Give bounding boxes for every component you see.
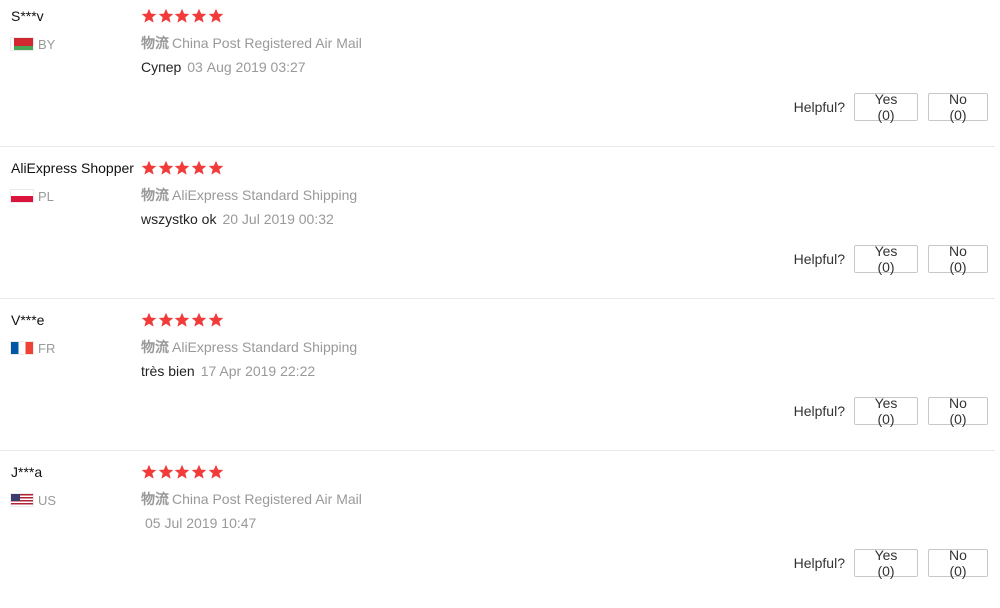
shipping-name: China Post Registered Air Mail bbox=[172, 491, 362, 507]
reviewer-country: BY bbox=[11, 36, 55, 52]
review-date: 05 Jul 2019 10:47 bbox=[145, 515, 257, 531]
country-flag-icon bbox=[11, 342, 33, 354]
shipping-method: 物流 AliExpress Standard Shipping bbox=[141, 337, 357, 357]
country-flag-icon bbox=[11, 190, 33, 202]
helpful-vote: Helpful? Yes (0) No (0) bbox=[793, 395, 988, 427]
star-icon bbox=[158, 464, 174, 480]
star-icon bbox=[158, 312, 174, 328]
review-divider bbox=[0, 146, 995, 147]
shipping-label: 物流 bbox=[141, 35, 169, 51]
helpful-vote: Helpful? Yes (0) No (0) bbox=[793, 243, 988, 275]
helpful-label: Helpful? bbox=[793, 99, 845, 115]
country-flag-icon bbox=[11, 38, 33, 50]
review-text: wszystko ok bbox=[141, 211, 217, 227]
review-item: S***v BY 物流 China Post Registered Air Mai… bbox=[0, 0, 995, 152]
review-content: très bien 17 Apr 2019 22:22 bbox=[141, 363, 315, 379]
review-text: Супер bbox=[141, 59, 182, 75]
review-divider bbox=[0, 298, 995, 299]
helpful-yes-button[interactable]: Yes (0) bbox=[854, 547, 918, 579]
shipping-name: AliExpress Standard Shipping bbox=[172, 339, 358, 355]
country-code: BY bbox=[38, 36, 56, 52]
reviewer-name: S***v bbox=[11, 8, 44, 24]
review-item: J***a US 物流 China Post Registered Air Mai… bbox=[0, 456, 995, 608]
review-date: 17 Apr 2019 22:22 bbox=[200, 363, 316, 379]
star-rating bbox=[141, 8, 224, 24]
star-icon bbox=[191, 8, 207, 24]
review-text: très bien bbox=[141, 363, 195, 379]
helpful-label: Helpful? bbox=[793, 403, 845, 419]
star-icon bbox=[158, 8, 174, 24]
star-icon bbox=[208, 8, 224, 24]
helpful-no-button[interactable]: No (0) bbox=[928, 395, 988, 427]
star-icon bbox=[141, 160, 157, 176]
star-rating bbox=[141, 464, 224, 480]
star-icon bbox=[174, 160, 190, 176]
review-date: 03 Aug 2019 03:27 bbox=[187, 59, 306, 75]
review-content: Супер 03 Aug 2019 03:27 bbox=[141, 59, 306, 75]
helpful-vote: Helpful? Yes (0) No (0) bbox=[793, 91, 988, 123]
reviewer-name: AliExpress Shopper bbox=[11, 160, 134, 176]
shipping-label: 物流 bbox=[141, 491, 169, 507]
helpful-no-button[interactable]: No (0) bbox=[928, 91, 988, 123]
star-icon bbox=[208, 312, 224, 328]
helpful-vote: Helpful? Yes (0) No (0) bbox=[793, 547, 988, 579]
shipping-label: 物流 bbox=[141, 339, 169, 355]
star-icon bbox=[174, 312, 190, 328]
reviewer-country: FR bbox=[11, 340, 55, 356]
helpful-no-button[interactable]: No (0) bbox=[928, 547, 988, 579]
star-icon bbox=[141, 312, 157, 328]
star-icon bbox=[208, 160, 224, 176]
star-icon bbox=[141, 8, 157, 24]
shipping-label: 物流 bbox=[141, 187, 169, 203]
country-code: US bbox=[38, 492, 57, 508]
review-content: wszystko ok 20 Jul 2019 00:32 bbox=[141, 211, 334, 227]
reviewer-country: US bbox=[11, 492, 56, 508]
star-rating bbox=[141, 160, 224, 176]
country-code: PL bbox=[38, 188, 54, 204]
review-item: V***e FR 物流 AliExpress Standard Shipping … bbox=[0, 304, 995, 456]
star-icon bbox=[174, 8, 190, 24]
helpful-yes-button[interactable]: Yes (0) bbox=[854, 91, 918, 123]
star-rating bbox=[141, 312, 224, 328]
star-icon bbox=[191, 312, 207, 328]
shipping-name: AliExpress Standard Shipping bbox=[172, 187, 358, 203]
review-divider bbox=[0, 450, 995, 451]
shipping-name: China Post Registered Air Mail bbox=[172, 35, 362, 51]
country-flag-icon bbox=[11, 494, 33, 506]
review-content: 05 Jul 2019 10:47 bbox=[141, 515, 256, 531]
star-icon bbox=[174, 464, 190, 480]
helpful-yes-button[interactable]: Yes (0) bbox=[854, 395, 918, 427]
shipping-method: 物流 China Post Registered Air Mail bbox=[141, 33, 362, 53]
helpful-yes-button[interactable]: Yes (0) bbox=[854, 243, 918, 275]
reviewer-country: PL bbox=[11, 188, 54, 204]
shipping-method: 物流 China Post Registered Air Mail bbox=[141, 489, 362, 509]
reviewer-name: V***e bbox=[11, 312, 45, 328]
review-date: 20 Jul 2019 00:32 bbox=[222, 211, 334, 227]
star-icon bbox=[141, 464, 157, 480]
star-icon bbox=[191, 464, 207, 480]
helpful-label: Helpful? bbox=[793, 555, 845, 571]
helpful-no-button[interactable]: No (0) bbox=[928, 243, 988, 275]
helpful-label: Helpful? bbox=[793, 251, 845, 267]
review-item: AliExpress Shopper PL 物流 AliExpress Stand… bbox=[0, 152, 995, 304]
country-code: FR bbox=[38, 340, 56, 356]
star-icon bbox=[158, 160, 174, 176]
shipping-method: 物流 AliExpress Standard Shipping bbox=[141, 185, 357, 205]
star-icon bbox=[208, 464, 224, 480]
star-icon bbox=[191, 160, 207, 176]
reviewer-name: J***a bbox=[11, 464, 43, 480]
